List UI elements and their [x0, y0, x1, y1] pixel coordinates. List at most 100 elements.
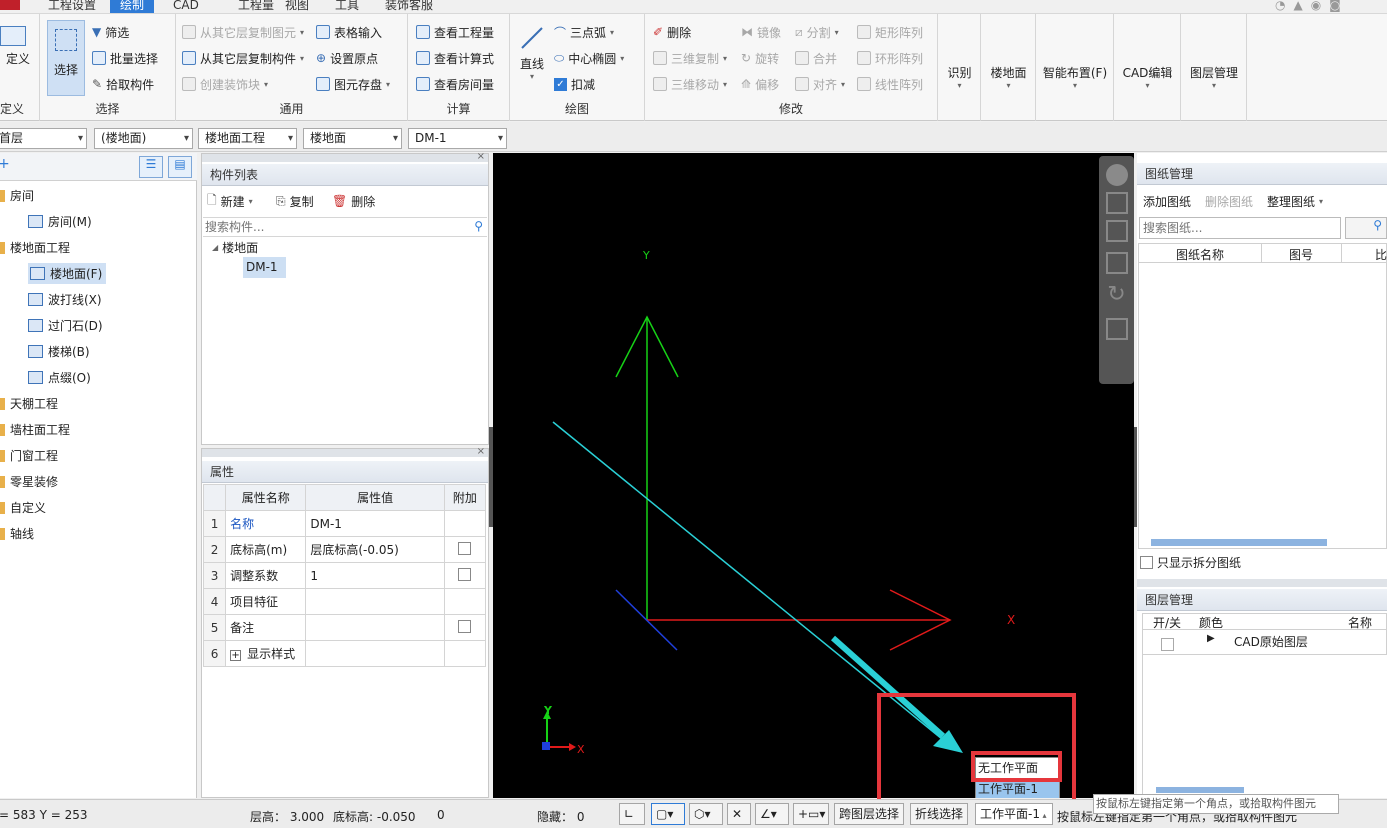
- property-row[interactable]: 2 底标高(m) 层底标高(-0.05): [202, 536, 487, 563]
- tree-item[interactable]: 天棚工程: [0, 395, 58, 412]
- component-item-dm1[interactable]: DM-1: [243, 257, 286, 278]
- tree-item[interactable]: 楼地面(F): [28, 263, 107, 284]
- property-value[interactable]: [305, 614, 445, 641]
- delete-component-button[interactable]: 🗑 删除: [332, 191, 375, 211]
- layer-mgmt-button[interactable]: 图层管理 ▾: [1181, 64, 1247, 90]
- layer-visibility-checkbox[interactable]: [1161, 638, 1174, 651]
- menu-view[interactable]: 视图: [275, 0, 319, 13]
- new-component-button[interactable]: 🗋 新建 ▾: [207, 191, 253, 211]
- category-combo[interactable]: 楼地面工程: [198, 128, 297, 149]
- offset-button[interactable]: ⟰ 偏移: [741, 74, 779, 94]
- set-origin-button[interactable]: ⊕ 设置原点: [316, 48, 378, 68]
- line-button[interactable]: 直线 ▾: [516, 24, 548, 81]
- view-room-qty-button[interactable]: 查看房间量: [416, 74, 494, 94]
- split-button[interactable]: ⧄ 分割 ▾: [795, 22, 839, 42]
- ortho-button[interactable]: ∟: [619, 803, 645, 825]
- add-icon[interactable]: +: [0, 156, 10, 172]
- tree-item[interactable]: 点缀(O): [28, 369, 91, 386]
- component-combo[interactable]: DM-1: [408, 128, 507, 149]
- tree-item[interactable]: 轴线: [0, 525, 34, 542]
- only-split-toggle[interactable]: 只显示拆分图纸: [1140, 552, 1241, 572]
- polyline-select-button[interactable]: 折线选择: [910, 803, 969, 825]
- component-search-input[interactable]: [203, 218, 463, 236]
- property-value[interactable]: 层底标高(-0.05): [305, 536, 445, 563]
- delete-drawing-button[interactable]: 删除图纸: [1205, 191, 1253, 211]
- drawing-search-button[interactable]: ⚲: [1345, 217, 1387, 239]
- smart-layout-button[interactable]: 智能布置(F) ▾: [1036, 64, 1114, 90]
- property-value[interactable]: 1: [305, 562, 445, 589]
- property-row[interactable]: 3 调整系数 1: [202, 562, 487, 589]
- subtype-combo[interactable]: 楼地面: [303, 128, 402, 149]
- copy3d-button[interactable]: 三维复制 ▾: [653, 48, 727, 68]
- floor-surface-button[interactable]: 楼地面 ▾: [981, 64, 1036, 90]
- linear-array-button[interactable]: 线性阵列: [857, 74, 923, 94]
- center-ellipse-button[interactable]: ⬭ 中心椭圆 ▾: [554, 48, 624, 68]
- rotate-button[interactable]: ↻ 旋转: [741, 48, 779, 68]
- create-decor-button[interactable]: 创建装饰块 ▾: [182, 74, 268, 94]
- cad-edit-button[interactable]: CAD编辑 ▾: [1114, 64, 1181, 90]
- menu-cad[interactable]: CAD: [163, 0, 209, 13]
- ring-array-button[interactable]: 环形阵列: [857, 48, 923, 68]
- view-formula-button[interactable]: 查看计算式: [416, 48, 494, 68]
- copy-component-button[interactable]: ⎘ 复制: [276, 191, 314, 211]
- select-button[interactable]: 选择: [47, 20, 85, 96]
- horizontal-scrollbar[interactable]: [1151, 539, 1327, 546]
- table-input-button[interactable]: 表格输入: [316, 22, 382, 42]
- attach-checkbox[interactable]: [458, 567, 472, 581]
- tree-item[interactable]: 房间(M): [28, 213, 92, 230]
- attach-checkbox[interactable]: [458, 619, 472, 633]
- batch-select-button[interactable]: 批量选择: [92, 48, 158, 68]
- attach-checkbox[interactable]: [458, 541, 472, 555]
- orbit-icon[interactable]: [1105, 164, 1128, 186]
- cube-3d-icon[interactable]: [1105, 192, 1128, 214]
- add-drawing-button[interactable]: 添加图纸: [1143, 191, 1191, 211]
- copy-layer-comp-button[interactable]: 从其它层复制构件 ▾: [182, 48, 304, 68]
- tree-item[interactable]: 墙柱面工程: [0, 421, 70, 438]
- layer-scrollbar[interactable]: [1156, 787, 1244, 793]
- deduct-toggle[interactable]: ✓ 扣减: [554, 74, 595, 94]
- cube-view-icon[interactable]: [1105, 252, 1128, 274]
- close-icon[interactable]: ×: [477, 446, 485, 457]
- expand-icon[interactable]: +: [230, 650, 242, 661]
- tree-item[interactable]: 波打线(X): [28, 291, 102, 308]
- work-plane-select[interactable]: 工作平面-1 ▴: [975, 803, 1053, 825]
- cube-front-icon[interactable]: [1105, 220, 1128, 242]
- tree-item[interactable]: 自定义: [0, 499, 46, 516]
- pick-button[interactable]: ✎ 拾取构件: [92, 74, 154, 94]
- angle-button[interactable]: ∠▾: [755, 803, 789, 825]
- property-row[interactable]: 1 名称 DM-1: [202, 510, 487, 537]
- tree-item[interactable]: 楼梯(B): [28, 343, 90, 360]
- move3d-button[interactable]: 三维移动 ▾: [653, 74, 727, 94]
- refresh-icon[interactable]: ↻: [1106, 284, 1128, 306]
- filter-button[interactable]: ▼ 筛选: [92, 22, 129, 42]
- close-icon[interactable]: ×: [477, 151, 485, 162]
- tree-item[interactable]: 门窗工程: [0, 447, 58, 464]
- tree-item[interactable]: 过门石(D): [28, 317, 103, 334]
- property-row[interactable]: 6 + 显示样式: [202, 640, 487, 667]
- drawing-search-input[interactable]: [1139, 217, 1341, 239]
- tree-item[interactable]: 零星装修: [0, 473, 58, 490]
- floor-combo[interactable]: 首层: [0, 128, 87, 149]
- component-tree-root[interactable]: ◢ 楼地面: [212, 237, 258, 257]
- dimension-button[interactable]: +▭▾: [793, 803, 829, 825]
- cross-layer-select-button[interactable]: 跨图层选择: [834, 803, 905, 825]
- grid-settings-icon[interactable]: [1105, 318, 1128, 340]
- menu-project-settings[interactable]: 工程设置: [38, 0, 106, 13]
- menu-draw[interactable]: 绘制: [110, 0, 155, 13]
- property-row[interactable]: 4 项目特征: [202, 588, 487, 615]
- view-qty-button[interactable]: 查看工程量: [416, 22, 494, 42]
- property-value[interactable]: DM-1: [305, 510, 445, 537]
- snap-button[interactable]: ▢▾: [651, 803, 685, 825]
- menu-service[interactable]: 装饰客服: [375, 0, 443, 13]
- drawing-list[interactable]: [1138, 263, 1387, 549]
- tree-item[interactable]: 房间: [0, 187, 34, 204]
- cross-button[interactable]: ✕: [727, 803, 751, 825]
- copy-layer-elem-button[interactable]: 从其它层复制图元 ▾: [182, 22, 304, 42]
- recognize-button[interactable]: 识别 ▾: [938, 64, 981, 90]
- layer-row[interactable]: ▶ CAD原始图层: [1142, 630, 1387, 655]
- type-combo[interactable]: (楼地面): [94, 128, 193, 149]
- rect-array-button[interactable]: 矩形阵列: [857, 22, 923, 42]
- delete-button[interactable]: ✐ 删除: [653, 22, 691, 42]
- property-value[interactable]: [305, 588, 445, 615]
- expand-icon[interactable]: ▶: [1207, 633, 1215, 644]
